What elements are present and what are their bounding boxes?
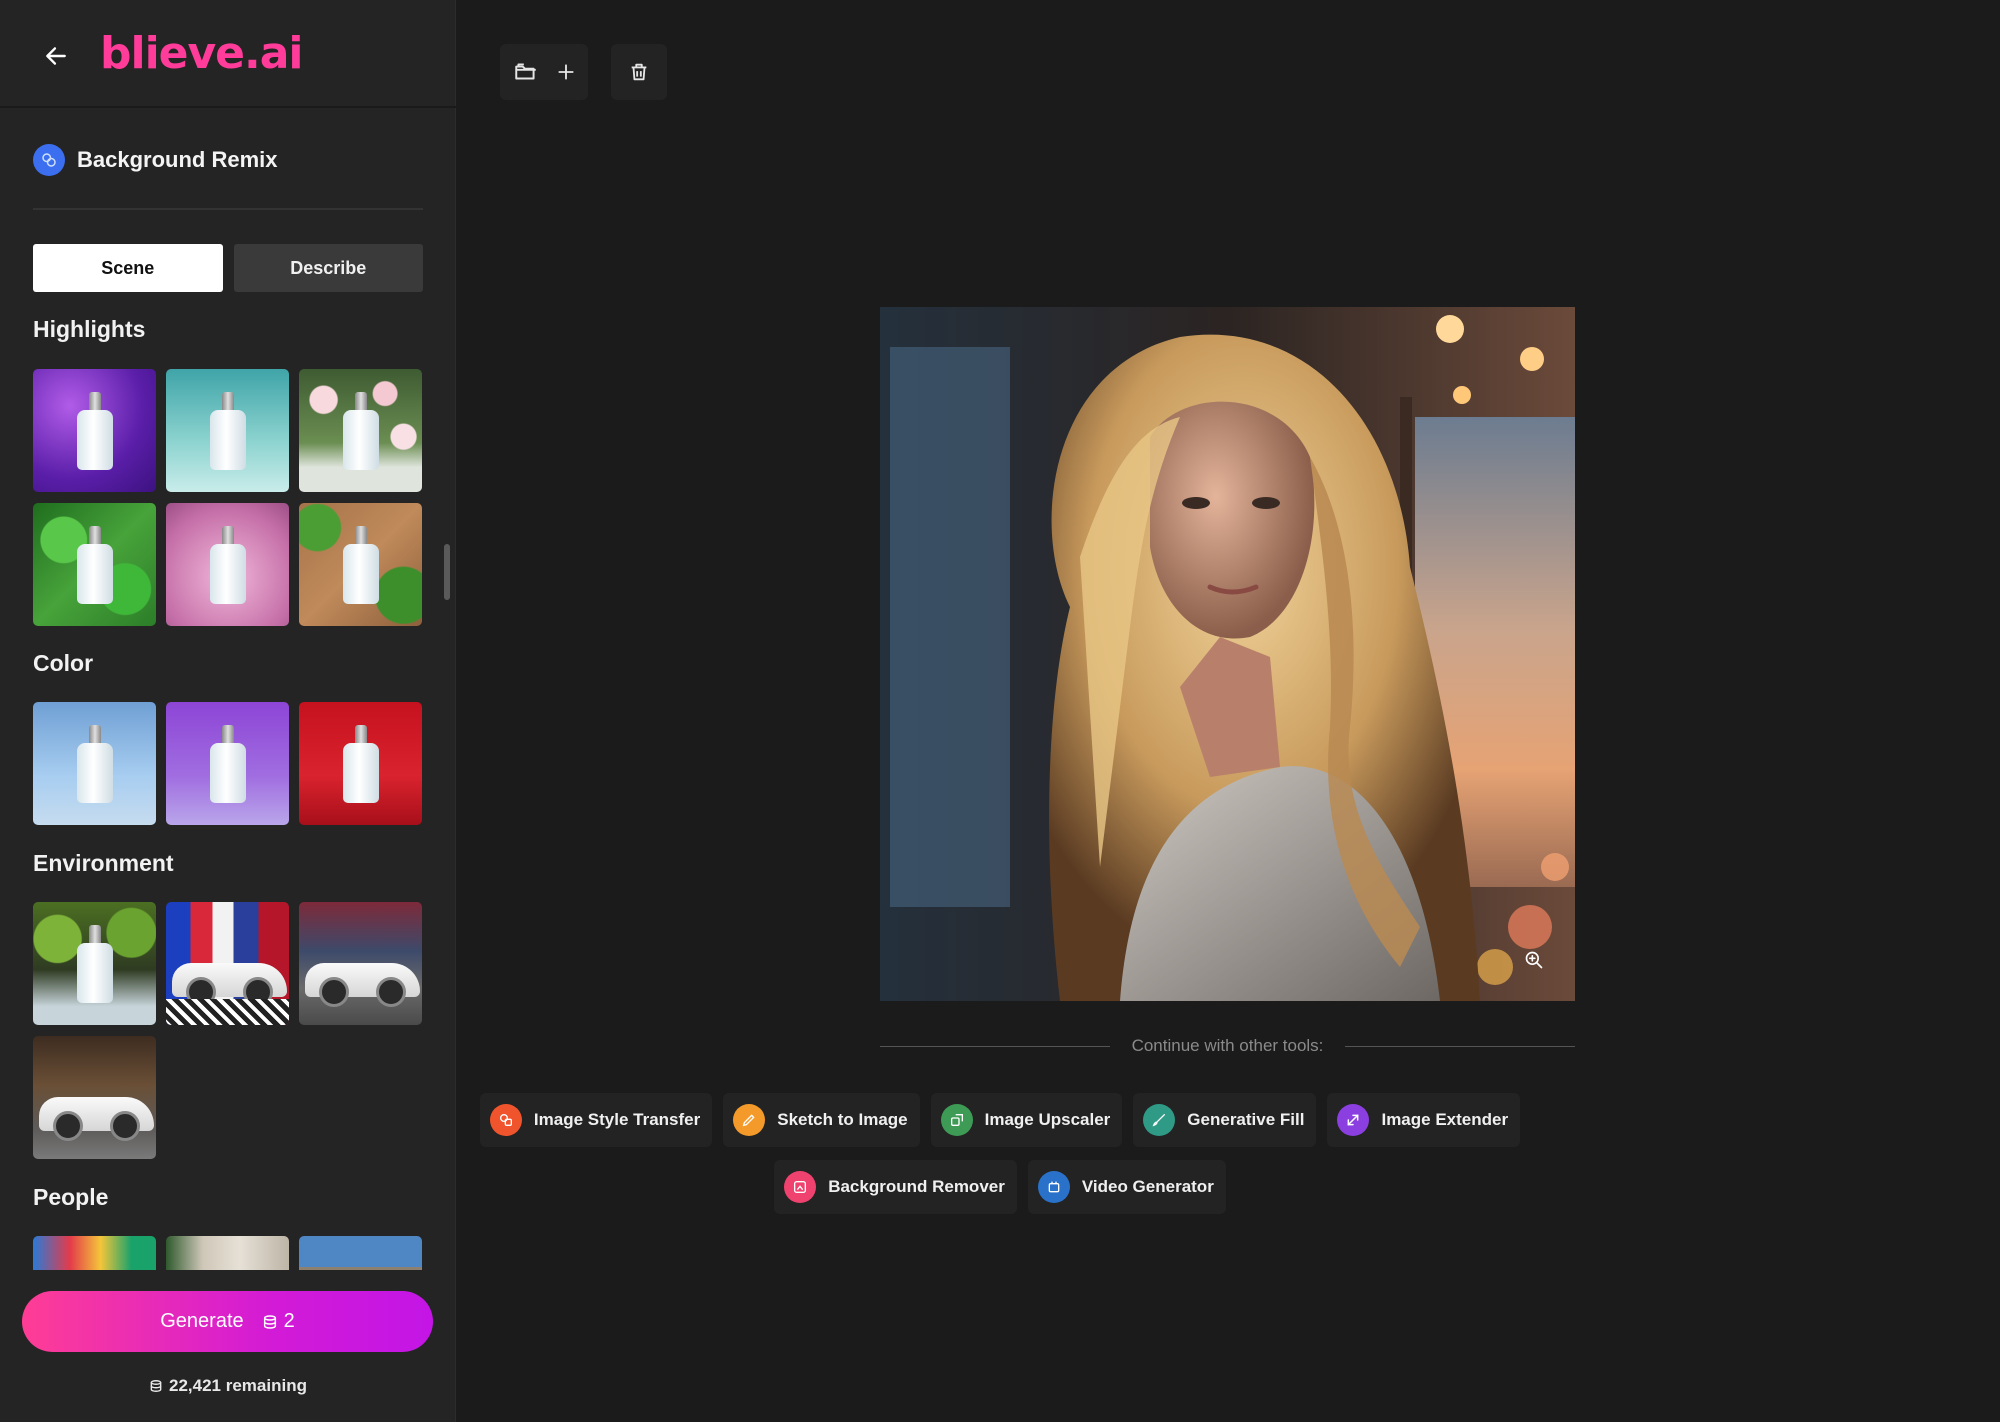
generate-cost-value: 2 [283, 1310, 295, 1332]
tool-generative-fill[interactable]: Generative Fill [1133, 1093, 1317, 1147]
section-title-environment: Environment [33, 850, 174, 876]
divider-line [880, 1045, 1110, 1047]
tool-label: Image Upscaler [984, 1110, 1111, 1129]
preset-white-roses[interactable] [299, 369, 422, 492]
tool-image-extender[interactable]: Image Extender [1327, 1093, 1521, 1147]
preset-color-purple[interactable] [166, 702, 289, 825]
style-transfer-icon [489, 1104, 522, 1136]
section-title-color: Color [33, 650, 94, 676]
credits-remaining: 22,421 remaining [0, 1376, 456, 1396]
generate-button[interactable]: Generate 2 [22, 1291, 433, 1352]
tool-label: Image Extender [1381, 1110, 1509, 1129]
preset-pink-clouds[interactable] [166, 503, 289, 626]
section-title-highlights: Highlights [33, 316, 146, 342]
tool-video-generator[interactable]: Video Generator [1027, 1160, 1226, 1214]
divider-line [1345, 1045, 1575, 1047]
preset-building-facade[interactable] [166, 1236, 289, 1270]
tool-label: Generative Fill [1187, 1110, 1305, 1129]
delete-actions [611, 44, 667, 100]
continue-label: Continue with other tools: [1131, 1036, 1324, 1055]
tool-header: Background Remix [33, 144, 423, 210]
background-remove-icon [784, 1171, 817, 1203]
preset-teal-water[interactable] [166, 369, 289, 492]
tool-label: Background Remover [828, 1177, 1005, 1196]
preset-city-billboards[interactable] [166, 902, 289, 1025]
add-button[interactable] [546, 52, 586, 92]
back-button[interactable] [36, 36, 76, 76]
arrow-left-icon [46, 47, 66, 65]
continue-divider: Continue with other tools: [880, 1034, 1575, 1058]
tab-scene[interactable]: Scene [33, 244, 223, 292]
preset-tropical-leaves[interactable] [33, 503, 156, 626]
generated-image [880, 307, 1575, 1001]
generate-cost: 2 [262, 1310, 295, 1333]
zoom-button[interactable] [1519, 945, 1549, 975]
tool-image-style-transfer[interactable]: Image Style Transfer [479, 1093, 713, 1147]
preset-mountain-sky[interactable] [299, 1236, 422, 1270]
image-canvas[interactable] [880, 307, 1575, 1001]
preset-graffiti-wall[interactable] [33, 1236, 156, 1270]
preset-wood-monstera[interactable] [299, 503, 422, 626]
tool-chips-row-1: Image Style Transfer Sketch to Image Ima… [0, 1093, 2000, 1147]
tab-describe[interactable]: Describe [233, 244, 423, 292]
expand-arrows-icon [1337, 1104, 1370, 1136]
preset-street-night[interactable] [299, 902, 422, 1025]
file-actions [500, 44, 588, 100]
pencil-icon [733, 1104, 766, 1136]
tool-sketch-to-image[interactable]: Sketch to Image [723, 1093, 920, 1147]
tool-label: Image Style Transfer [533, 1110, 701, 1129]
background-remix-icon [33, 144, 65, 176]
sidebar-header: blieve.ai [0, 0, 456, 108]
sidebar-scrollbar[interactable] [444, 544, 450, 600]
credits-remaining-text: 22,421 remaining [169, 1376, 307, 1395]
credits-icon [150, 1380, 162, 1392]
open-folder-button[interactable] [506, 52, 546, 92]
brush-icon [1143, 1104, 1176, 1136]
plus-icon [558, 64, 574, 80]
generate-label: Generate [160, 1310, 244, 1332]
folder-open-icon [515, 63, 536, 80]
preset-color-blue[interactable] [33, 702, 156, 825]
preset-mossy-rocks[interactable] [33, 902, 156, 1025]
tool-chips-row-2: Background Remover Video Generator [0, 1160, 2000, 1214]
tool-label: Sketch to Image [777, 1110, 908, 1129]
trash-icon [631, 63, 647, 81]
zoom-in-icon [1525, 951, 1543, 969]
tool-image-upscaler[interactable]: Image Upscaler [930, 1093, 1123, 1147]
upscale-icon [940, 1104, 973, 1136]
tool-background-remover[interactable]: Background Remover [774, 1160, 1017, 1214]
tool-label: Video Generator [1081, 1177, 1214, 1196]
mode-tabs: Scene Describe [33, 244, 423, 292]
delete-button[interactable] [619, 52, 659, 92]
tool-title: Background Remix [77, 147, 278, 172]
video-icon [1037, 1171, 1070, 1203]
app-logo[interactable]: blieve.ai [100, 28, 304, 79]
preset-purple-feathers[interactable] [33, 369, 156, 492]
credits-icon [263, 1314, 276, 1329]
preset-color-red[interactable] [299, 702, 422, 825]
